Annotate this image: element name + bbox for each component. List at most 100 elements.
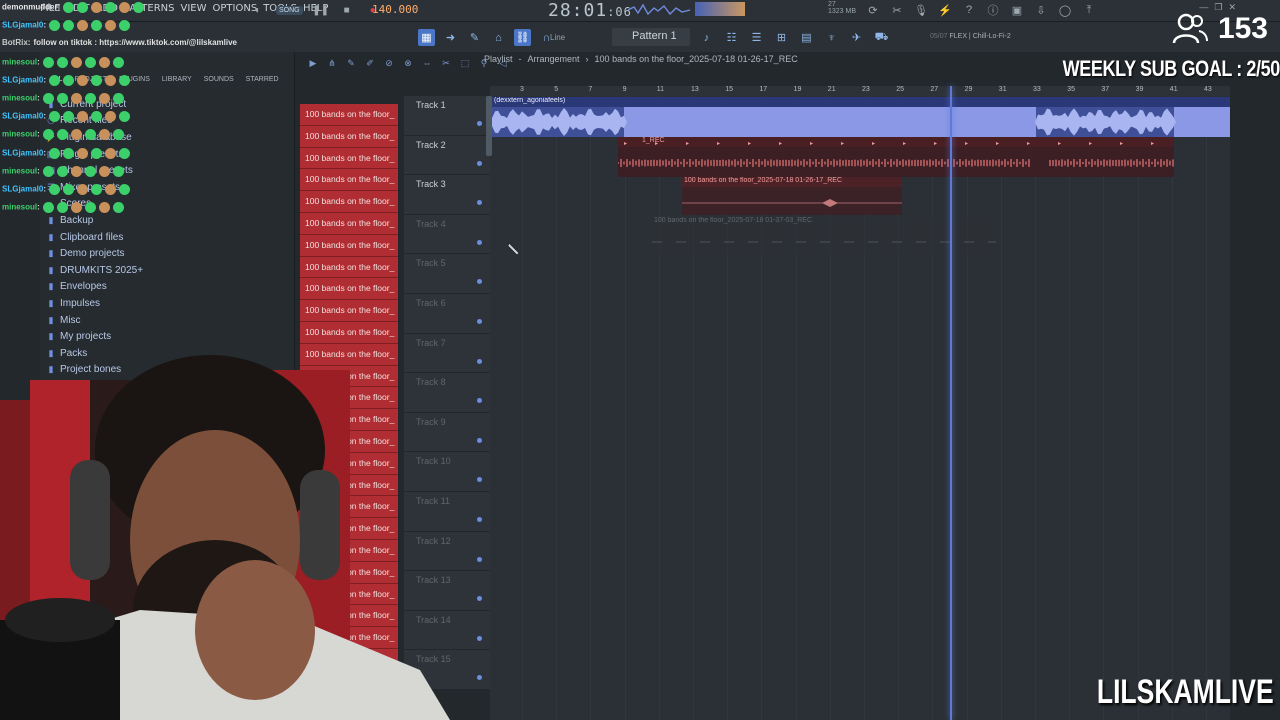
clip-track2[interactable]: ▸ ▸ ▸ ▸ ▸ ▸ ▸ ▸ ▸ ▸ ▸ ▸ ▸ ▸ ▸ ▸ ▸ ▸ 1_REC: [617, 137, 1174, 177]
help-icon[interactable]: ?: [962, 3, 976, 17]
clip-track4[interactable]: 100 bands on the floor_2025-07-18 01-37-…: [652, 217, 996, 255]
chat-username[interactable]: minesoul: [2, 203, 37, 212]
chat-username[interactable]: SLGjamal0: [2, 148, 43, 157]
timeline-ruler[interactable]: [490, 86, 1230, 96]
mixer-icon[interactable]: ☰: [748, 29, 765, 46]
track-led-icon[interactable]: [477, 239, 482, 245]
track-led-icon[interactable]: [477, 319, 482, 324]
arrow-right-icon[interactable]: ➜: [442, 29, 459, 46]
snap-mode-select[interactable]: Line: [550, 33, 565, 42]
piano-roll-icon[interactable]: ♪: [698, 29, 715, 46]
track-led-icon[interactable]: [477, 200, 482, 206]
browser-item[interactable]: ▮ Demo projects: [46, 245, 143, 262]
track-led-icon[interactable]: [477, 358, 482, 364]
breadcrumb-arrangement[interactable]: Arrangement: [528, 54, 580, 64]
plug-icon[interactable]: ⚡: [938, 3, 952, 17]
track-led-icon[interactable]: [477, 279, 482, 285]
pencil-tool-icon[interactable]: ✎: [344, 56, 358, 70]
clip-track3[interactable]: 100 bands on the floor_2025-07-18 01-26-…: [682, 177, 902, 215]
song-mode-button[interactable]: SONG: [276, 5, 303, 15]
playlist-view-icon[interactable]: ▦: [418, 29, 435, 46]
clip-track1[interactable]: (dexxtern_agoniafeels): [492, 97, 1230, 137]
edison-icon[interactable]: ✈: [848, 29, 865, 46]
chat-username[interactable]: SLGjamal0: [2, 185, 43, 194]
cut-icon[interactable]: ✂: [890, 3, 904, 17]
chat-username[interactable]: SLGjamal0: [2, 21, 43, 30]
track-header[interactable]: Track 5: [404, 254, 490, 294]
browser-item[interactable]: ▮ Misc: [46, 312, 143, 329]
refresh-icon[interactable]: ⟳: [866, 3, 880, 17]
track-led-icon[interactable]: [477, 556, 482, 562]
tree-icon[interactable]: ⊞: [773, 29, 790, 46]
delete-tool-icon[interactable]: ⊘: [382, 56, 396, 70]
stop-icon[interactable]: ■: [339, 2, 355, 18]
paint-tool-icon[interactable]: ✐: [363, 56, 377, 70]
track-header[interactable]: Track 3: [404, 175, 490, 215]
track-led-icon[interactable]: [477, 437, 482, 443]
plugin-icon[interactable]: ♆: [823, 29, 840, 46]
playlist-play-icon[interactable]: ▶: [306, 56, 320, 70]
chat-username[interactable]: BotRix: [2, 38, 28, 47]
info-icon[interactable]: ⓘ: [986, 3, 1000, 17]
render-icon[interactable]: ⇩: [1034, 3, 1048, 17]
track-led-icon[interactable]: [477, 477, 482, 483]
chat-username[interactable]: SLGjamal0: [2, 75, 43, 84]
channel-button[interactable]: 100 bands on the floor_: [300, 191, 398, 213]
track-led-icon[interactable]: [477, 517, 482, 522]
browser-item[interactable]: ▮ Impulses: [46, 295, 143, 312]
menu-view[interactable]: VIEW: [181, 3, 207, 14]
browser-item[interactable]: ▮ Envelopes: [46, 279, 143, 296]
chat-icon[interactable]: ◯: [1058, 3, 1072, 17]
tab-sounds[interactable]: SOUNDS: [204, 76, 234, 83]
chat-username[interactable]: SLGjamal0: [2, 112, 43, 121]
file-icon[interactable]: ▤: [798, 29, 815, 46]
pattern-selector[interactable]: Pattern 1: [612, 28, 690, 46]
chat-username[interactable]: minesoul: [2, 166, 37, 175]
track-led-icon[interactable]: [477, 596, 482, 602]
browser-item[interactable]: ▮ Backup: [46, 212, 143, 229]
channel-rack-icon[interactable]: ☷: [723, 29, 740, 46]
track-led-icon[interactable]: [477, 398, 482, 404]
track-led-icon[interactable]: [477, 160, 482, 166]
slip-tool-icon[interactable]: ⇔: [420, 56, 434, 70]
track-header[interactable]: Track 2: [404, 135, 490, 176]
chat-username[interactable]: minesoul: [2, 94, 37, 103]
mic-icon[interactable]: 🎙: [914, 3, 928, 17]
channel-button[interactable]: 100 bands on the floor_: [300, 169, 398, 192]
channel-button[interactable]: 100 bands on the floor_: [300, 256, 398, 279]
pattern-song-toggle-icon[interactable]: ◐: [250, 2, 266, 18]
track-header[interactable]: Track 1: [404, 96, 490, 136]
select-tool-icon[interactable]: ⬚: [458, 56, 472, 70]
tempo-display[interactable]: 140.000: [372, 3, 418, 16]
export-icon[interactable]: ⤒: [1082, 3, 1096, 17]
channel-button[interactable]: 100 bands on the floor_: [300, 147, 398, 170]
channel-button[interactable]: 100 bands on the floor_: [300, 104, 398, 126]
track-led-icon[interactable]: [477, 675, 482, 681]
channel-button[interactable]: 100 bands on the floor_: [300, 125, 398, 148]
mute-tool-icon[interactable]: ⊗: [401, 56, 415, 70]
track-header[interactable]: Track 6: [404, 294, 490, 334]
chat-username[interactable]: demonmudder: [2, 3, 58, 12]
tab-library[interactable]: LIBRARY: [162, 76, 192, 83]
channel-button[interactable]: 100 bands on the floor_: [300, 300, 398, 322]
pause-icon[interactable]: ❚❚: [312, 2, 329, 18]
playhead[interactable]: [950, 86, 952, 720]
breadcrumb-pattern[interactable]: 100 bands on the floor_2025-07-18 01-26-…: [595, 54, 798, 64]
save-icon[interactable]: ▣: [1010, 3, 1024, 17]
browser-item[interactable]: ▮ DRUMKITS 2025+: [46, 262, 144, 279]
track-header[interactable]: Track 4: [404, 214, 490, 255]
channel-button[interactable]: 100 bands on the floor_: [300, 212, 398, 235]
browser-item[interactable]: ▮ Clipboard files: [46, 229, 143, 246]
slice-tool-icon[interactable]: ✂: [439, 56, 453, 70]
track-led-icon[interactable]: [477, 121, 482, 126]
chat-username[interactable]: minesoul: [2, 130, 37, 139]
brush-icon[interactable]: ⌂: [490, 29, 507, 46]
pencil-icon[interactable]: ✎: [466, 29, 483, 46]
link-icon[interactable]: ⛓: [514, 29, 531, 46]
cart-icon[interactable]: ⛟: [873, 29, 890, 46]
channel-button[interactable]: 100 bands on the floor_: [300, 234, 398, 257]
track-led-icon[interactable]: [477, 635, 482, 641]
channel-button[interactable]: 100 bands on the floor_: [300, 278, 398, 301]
tab-starred[interactable]: STARRED: [246, 76, 279, 83]
chat-username[interactable]: minesoul: [2, 57, 37, 66]
